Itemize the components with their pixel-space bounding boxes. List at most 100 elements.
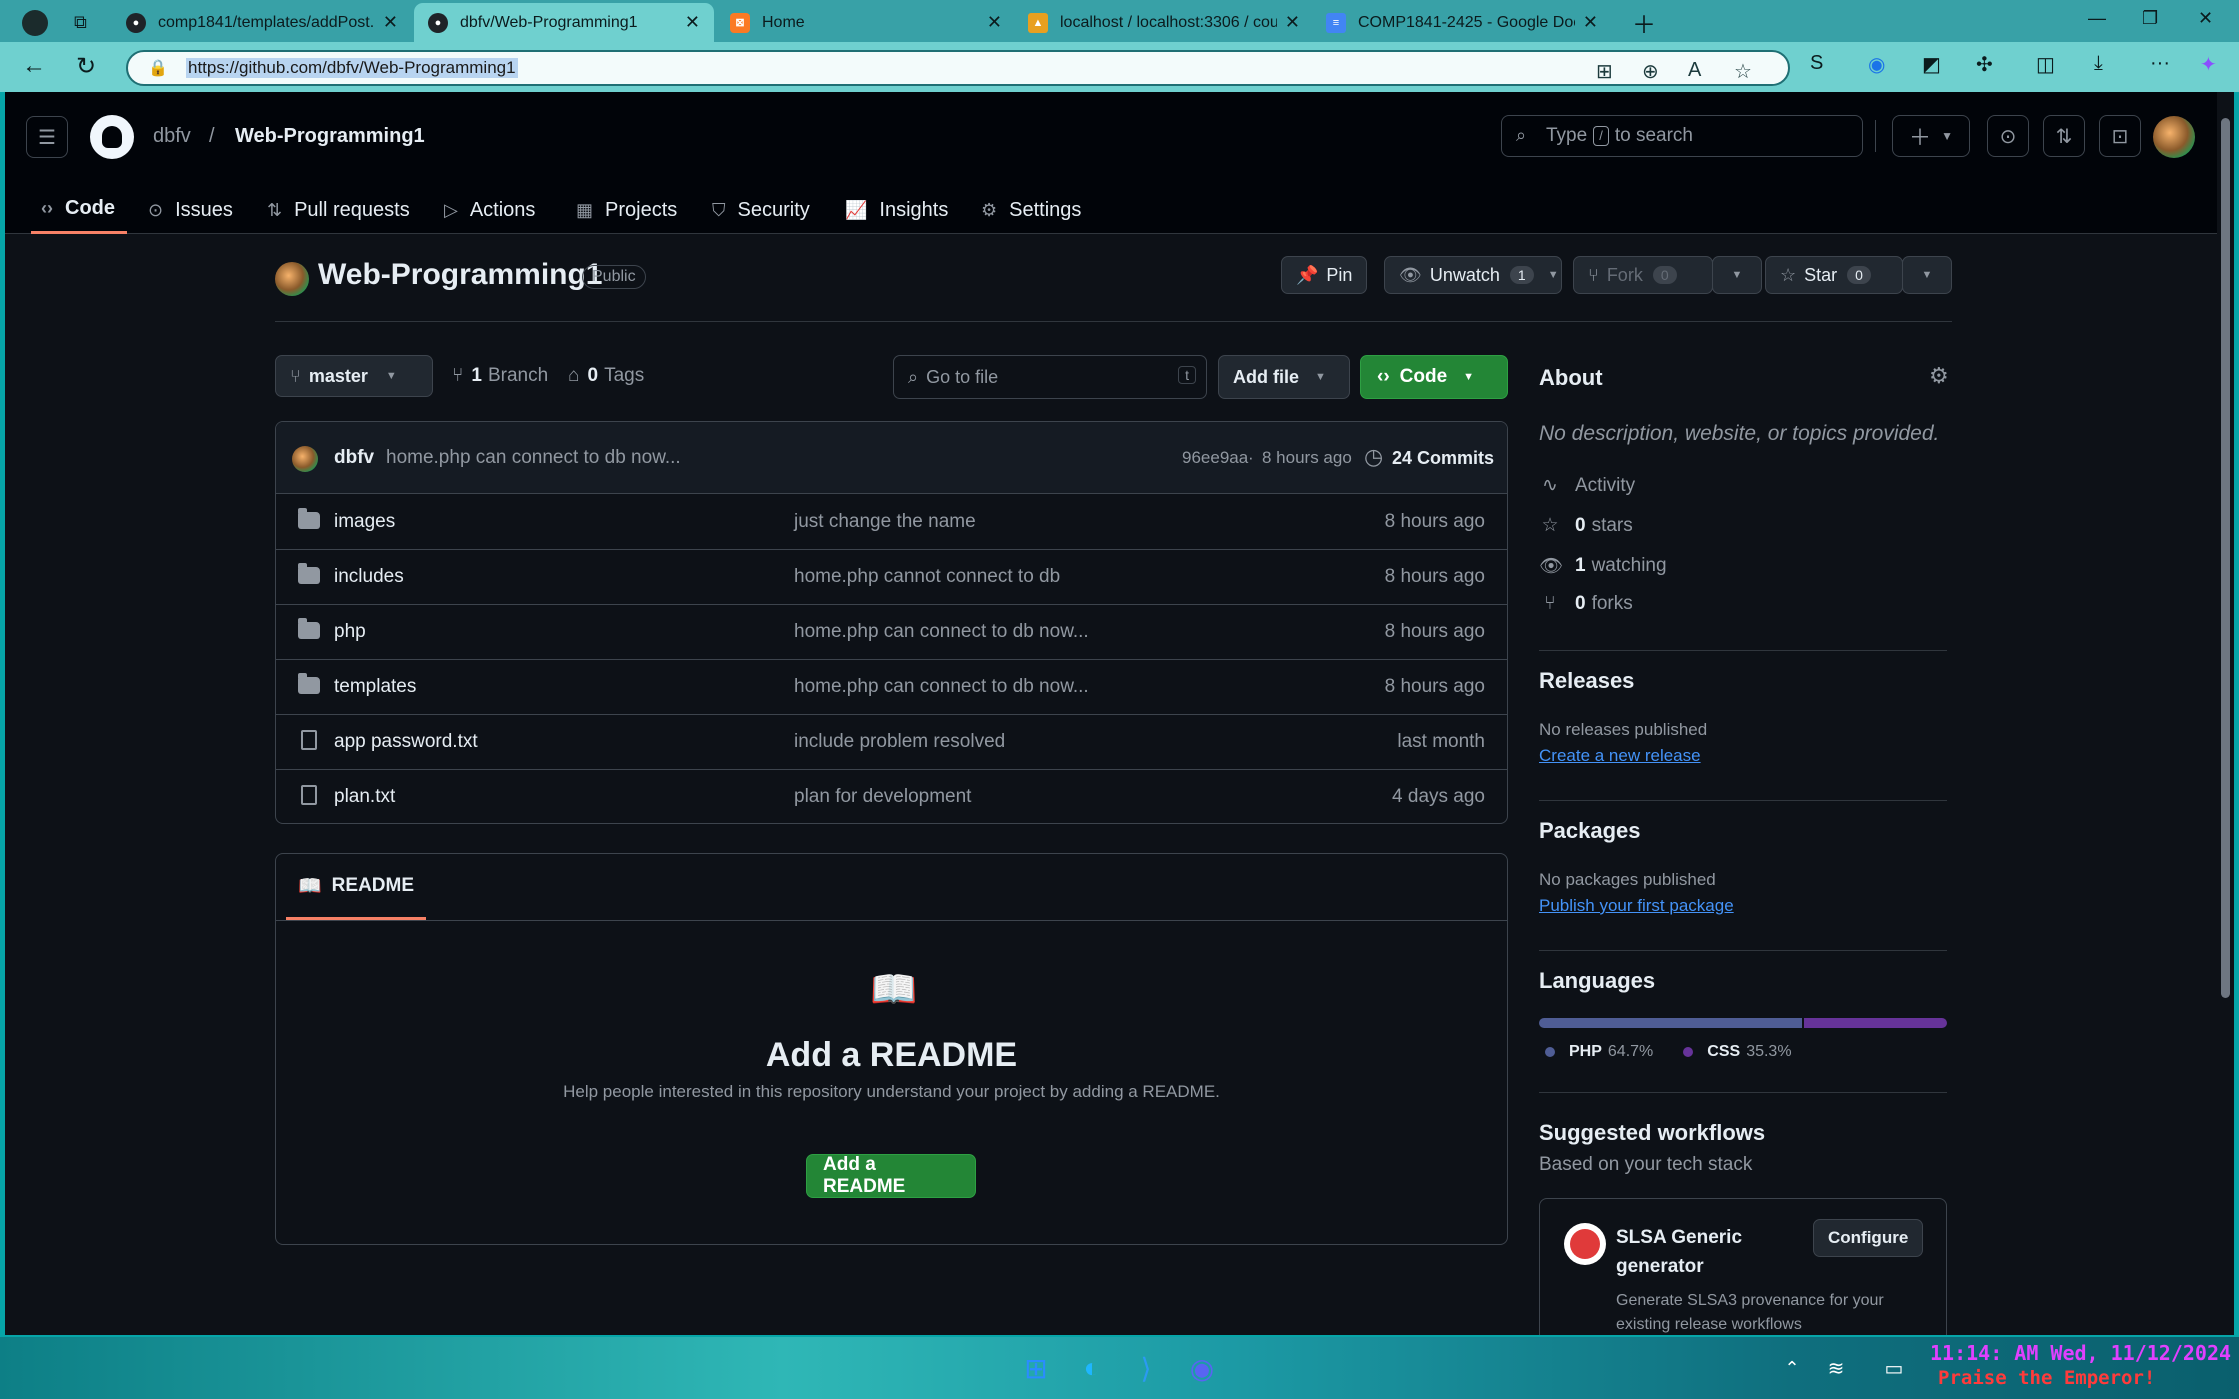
downloads-icon[interactable]: ⤓ (2094, 52, 2103, 75)
new-tab-button[interactable]: ＋ (1618, 3, 1658, 42)
read-aloud-icon[interactable]: A (1688, 59, 1701, 82)
branch-select-button[interactable]: ⑂ master ▼ (275, 355, 433, 397)
tab-code[interactable]: ‹› Code (31, 186, 127, 234)
file-commit-message[interactable]: just change the name (794, 511, 976, 533)
search-input[interactable]: ⌕ Type / to search (1501, 115, 1863, 157)
browser-tab[interactable]: ▲ localhost / localhost:3306 / cours ✕ (1014, 3, 1314, 42)
github-logo-icon[interactable] (90, 115, 134, 159)
browser-profile-icon[interactable] (8, 3, 48, 42)
vscode-icon[interactable]: ⟩ (1128, 1350, 1164, 1386)
create-new-button[interactable]: ＋ ▼ (1892, 115, 1970, 157)
star-button[interactable]: ☆ Star 0 (1765, 256, 1903, 294)
pull-requests-button[interactable]: ⇅ (2043, 115, 2085, 157)
more-menu-icon[interactable]: ··· (2150, 52, 2170, 75)
readme-tab[interactable]: 📖 README (286, 854, 427, 920)
configure-button[interactable]: Configure (1813, 1219, 1924, 1257)
tab-pull-requests[interactable]: ⇅ Pull requests (267, 186, 410, 234)
page-title[interactable]: Web-Programming1 (318, 258, 603, 292)
extensions-puzzle-icon[interactable]: ✣ (1976, 52, 1993, 77)
extension-s-icon[interactable]: S (1810, 52, 1823, 75)
extension-blue-icon[interactable]: ◉ (1868, 52, 1885, 77)
code-dropdown-button[interactable]: ‹› Code ▼ (1360, 355, 1508, 399)
tab-security[interactable]: ⛉ Security (712, 186, 810, 234)
file-name[interactable]: images (334, 511, 395, 533)
restore-window-icon[interactable]: ❐ (2142, 8, 2158, 29)
file-commit-message[interactable]: include problem resolved (794, 731, 1005, 753)
windows-start-icon[interactable]: ⊞ (1018, 1350, 1054, 1386)
star-dropdown-button[interactable]: ▼ (1902, 256, 1952, 294)
tab-actions[interactable]: ▷ Actions (444, 186, 535, 234)
create-release-link[interactable]: Create a new release (1539, 746, 1701, 766)
pin-button[interactable]: 📌 Pin (1281, 256, 1368, 294)
file-row[interactable]: php home.php can connect to db now... 8 ho… (276, 604, 1507, 660)
file-row[interactable]: plan.txt plan for development 4 days ago (276, 769, 1507, 823)
close-tab-icon[interactable]: ✕ (383, 12, 398, 33)
file-name[interactable]: templates (334, 676, 416, 698)
tab-projects[interactable]: ▦ Projects (576, 186, 677, 234)
file-commit-message[interactable]: home.php can connect to db now... (794, 621, 1089, 643)
file-commit-message[interactable]: home.php cannot connect to db (794, 566, 1060, 588)
zoom-icon[interactable]: ⊕ (1642, 59, 1659, 84)
minimize-window-icon[interactable]: — (2088, 8, 2106, 29)
go-to-file-input[interactable]: ⌕ Go to file t (893, 355, 1207, 399)
browser-tab[interactable]: ● comp1841/templates/addPost.htm ✕ (112, 3, 412, 42)
issues-button[interactable]: ⊙ (1987, 115, 2029, 157)
refresh-icon[interactable]: ↻ (76, 52, 96, 81)
unwatch-button[interactable]: 👁 Unwatch 1 ▼ (1384, 256, 1562, 294)
file-name[interactable]: app password.txt (334, 731, 478, 753)
file-row[interactable]: images just change the name 8 hours ago (276, 494, 1507, 550)
breadcrumb-owner[interactable]: dbfv (153, 125, 191, 148)
tags-link[interactable]: ⌂ 0 Tags (568, 365, 644, 387)
browser-tab[interactable]: ⊠ Home ✕ (716, 3, 1016, 42)
add-readme-button[interactable]: Add a README (806, 1154, 976, 1198)
activity-link[interactable]: ∿ Activity (1539, 474, 1635, 497)
forks-link[interactable]: ⑂ 0 forks (1539, 593, 1632, 615)
inbox-button[interactable]: ⊡ (2099, 115, 2141, 157)
user-avatar[interactable] (2153, 116, 2195, 158)
packages-heading[interactable]: Packages (1539, 818, 1641, 844)
tab-issues[interactable]: ⊙ Issues (148, 186, 233, 234)
edge-browser-icon[interactable]: ◐ (1074, 1350, 1110, 1386)
breadcrumb-repo[interactable]: Web-Programming1 (235, 125, 425, 148)
watching-link[interactable]: 👁 1 watching (1539, 554, 1667, 578)
commit-message[interactable]: home.php can connect to db now... (386, 447, 681, 469)
fork-button[interactable]: ⑂ Fork 0 (1573, 256, 1713, 294)
language-legend-item[interactable]: PHP 64.7% (1545, 1043, 1653, 1061)
file-row[interactable]: app password.txt include problem resolved… (276, 714, 1507, 770)
hamburger-menu-button[interactable]: ☰ (26, 116, 68, 158)
releases-heading[interactable]: Releases (1539, 668, 1634, 694)
split-screen-icon[interactable]: ◫ (2036, 52, 2055, 77)
extension-gray-icon[interactable]: ◩ (1922, 52, 1941, 77)
close-tab-icon[interactable]: ✕ (1583, 12, 1598, 33)
commit-hash[interactable]: 96ee9aa (1182, 448, 1248, 468)
file-row[interactable]: templates home.php can connect to db now.… (276, 659, 1507, 715)
file-row[interactable]: includes home.php cannot connect to db 8 h… (276, 549, 1507, 605)
browser-tab[interactable]: ≡ COMP1841-2425 - Google Docs ✕ (1312, 3, 1612, 42)
scrollbar-thumb[interactable] (2221, 118, 2230, 998)
publish-package-link[interactable]: Publish your first package (1539, 896, 1734, 916)
workspaces-button[interactable]: ⧉ (60, 3, 100, 42)
file-name[interactable]: includes (334, 566, 404, 588)
tray-chevron-up-icon[interactable]: ⌃ (1774, 1350, 1810, 1386)
stars-link[interactable]: ☆ 0 stars (1539, 514, 1632, 537)
tab-insights[interactable]: 📈 Insights (845, 186, 948, 234)
copilot-icon[interactable]: ✦ (2200, 52, 2217, 77)
add-file-button[interactable]: Add file ▼ (1218, 355, 1350, 399)
browser-tab-active[interactable]: ● dbfv/Web-Programming1 ✕ (414, 3, 714, 42)
close-tab-icon[interactable]: ✕ (685, 12, 700, 33)
page-scrollbar[interactable] (2217, 92, 2234, 1335)
battery-icon[interactable]: ▭ (1876, 1350, 1912, 1386)
close-window-icon[interactable]: ✕ (2198, 8, 2213, 29)
close-tab-icon[interactable]: ✕ (1285, 12, 1300, 33)
fork-dropdown-button[interactable]: ▼ (1712, 256, 1762, 294)
commits-link[interactable]: 24 Commits (1392, 448, 1494, 469)
taskbar-clock[interactable]: 11:14: AM Wed, 11/12/2024 (1930, 1341, 2231, 1365)
address-bar[interactable]: 🔒 https://github.com/dbfv/Web-Programmin… (126, 50, 1790, 86)
app-available-icon[interactable]: ⊞ (1596, 59, 1613, 84)
about-settings-gear-icon[interactable]: ⚙ (1929, 363, 1949, 389)
close-tab-icon[interactable]: ✕ (987, 12, 1002, 33)
url-text[interactable]: https://github.com/dbfv/Web-Programming1 (186, 58, 518, 78)
file-commit-message[interactable]: plan for development (794, 786, 971, 808)
file-name[interactable]: plan.txt (334, 786, 395, 808)
file-commit-message[interactable]: home.php can connect to db now... (794, 676, 1089, 698)
